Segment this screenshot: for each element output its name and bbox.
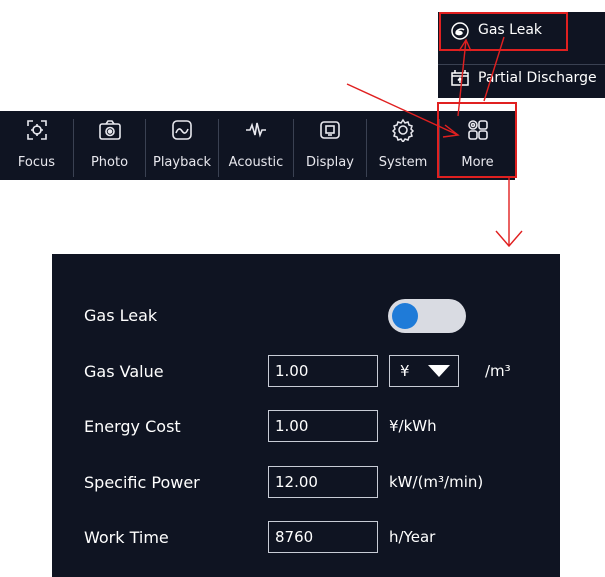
energy-cost-label: Energy Cost: [84, 417, 181, 436]
specific-power-unit: kW/(m³/min): [389, 473, 484, 491]
work-time-input[interactable]: 8760: [268, 521, 378, 553]
gas-value-unit: /m³: [485, 362, 511, 380]
currency-select[interactable]: ¥: [389, 355, 459, 387]
gas-leak-settings-panel: Gas Leak Gas Value 1.00 ¥ /m³ Energy Cos…: [52, 254, 560, 577]
work-time-unit: h/Year: [389, 528, 436, 546]
chevron-down-icon: [428, 365, 450, 377]
gas-value-input[interactable]: 1.00: [268, 355, 378, 387]
toggle-knob: [392, 303, 418, 329]
gas-value-label: Gas Value: [84, 362, 164, 381]
specific-power-label: Specific Power: [84, 473, 200, 492]
energy-cost-input[interactable]: 1.00: [268, 410, 378, 442]
currency-select-value: ¥: [400, 362, 410, 380]
work-time-label: Work Time: [84, 528, 169, 547]
specific-power-input[interactable]: 12.00: [268, 466, 378, 498]
energy-cost-unit: ¥/kWh: [389, 417, 437, 435]
gas-leak-toggle[interactable]: [388, 299, 466, 333]
gas-leak-label: Gas Leak: [84, 306, 158, 325]
